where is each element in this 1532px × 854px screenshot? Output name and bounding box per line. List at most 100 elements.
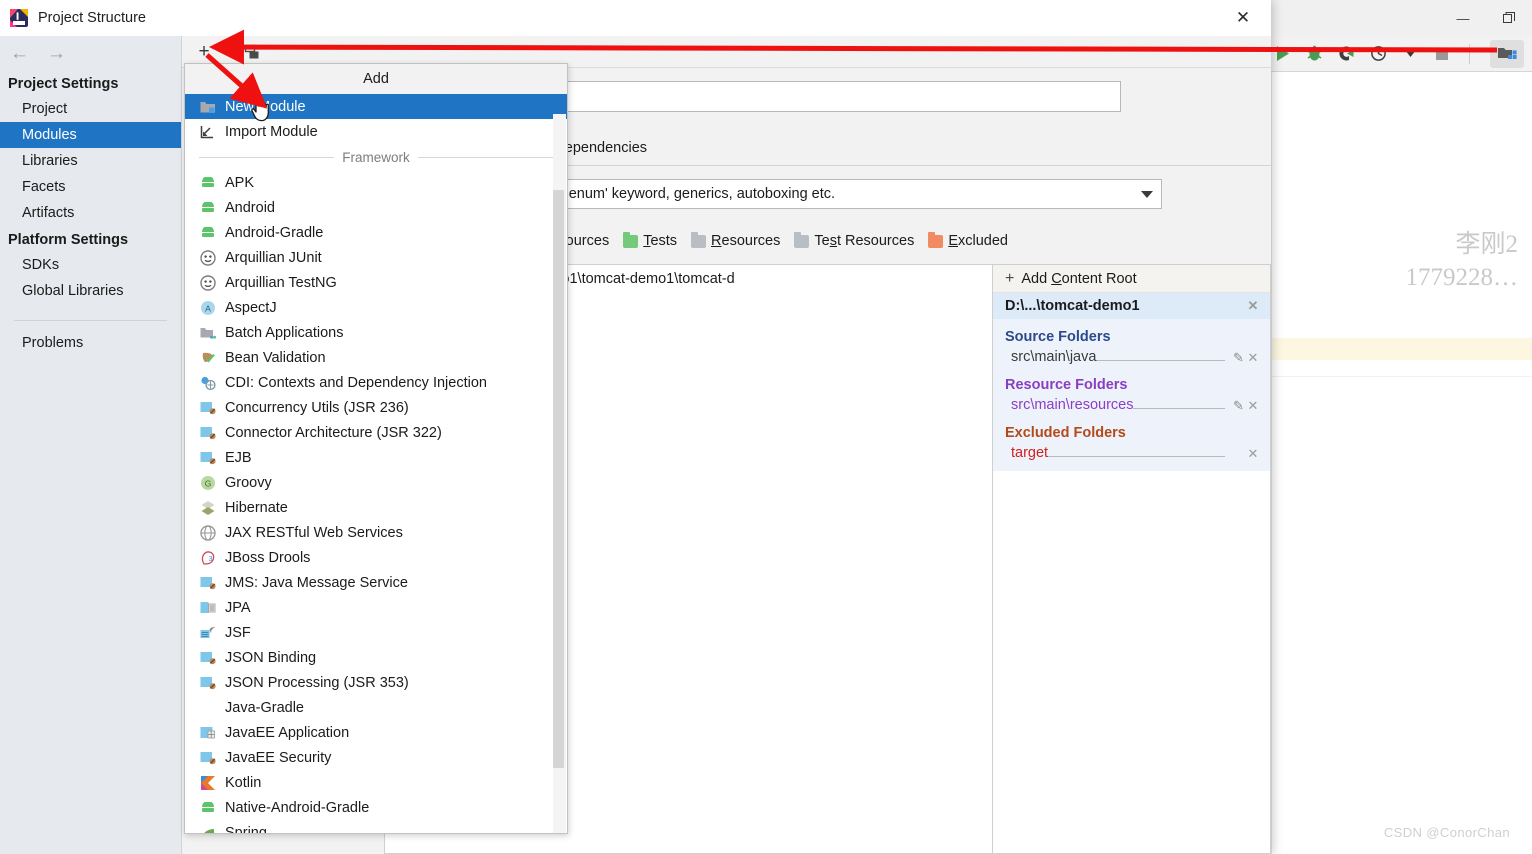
menu-scrollbar-thumb[interactable]: [553, 190, 564, 768]
menu-item-framework[interactable]: A AspectJ: [185, 295, 567, 320]
forward-icon[interactable]: →: [47, 44, 66, 63]
sidebar-item-facets[interactable]: Facets: [0, 174, 181, 200]
run-icon[interactable]: [1271, 43, 1293, 65]
minimize-icon[interactable]: —: [1440, 0, 1486, 36]
sidebar-item-artifacts[interactable]: Artifacts: [0, 200, 181, 226]
menu-item-framework[interactable]: G Groovy: [185, 470, 567, 495]
menu-item-framework[interactable]: JMS: Java Message Service: [185, 570, 567, 595]
android-icon: [199, 174, 216, 191]
excluded-folder-row[interactable]: target ✕: [993, 444, 1270, 463]
menu-item-label: Connector Architecture (JSR 322): [225, 424, 442, 441]
menu-item-framework[interactable]: JavaEE Security: [185, 745, 567, 770]
menu-item-framework[interactable]: Arquillian JUnit: [185, 245, 567, 270]
menu-item-framework[interactable]: JSON Binding: [185, 645, 567, 670]
sidebar-history-nav: ← →: [0, 36, 181, 70]
hibernate-icon: [199, 499, 216, 516]
resource-folder-row[interactable]: src\main\resources ✎ ✕: [993, 396, 1270, 415]
project-structure-icon[interactable]: [1490, 39, 1524, 68]
menu-item-label: CDI: Contexts and Dependency Injection: [225, 374, 487, 391]
row-underline: [1096, 351, 1225, 361]
excluded-folders-title: Excluded Folders: [1005, 425, 1126, 441]
mark-as-tests[interactable]: Tests: [623, 231, 677, 249]
close-icon[interactable]: ✕: [1215, 0, 1271, 36]
copy-icon[interactable]: [242, 42, 262, 62]
source-folder-row[interactable]: src\main\java ✎ ✕: [993, 348, 1270, 367]
sidebar-item-sdks[interactable]: SDKs: [0, 252, 181, 278]
mark-as-test-resources[interactable]: Test Resources: [794, 231, 914, 249]
menu-item-label: JAX RESTful Web Services: [225, 524, 403, 541]
menu-item-framework[interactable]: Concurrency Utils (JSR 236): [185, 395, 567, 420]
menu-scrollbar-track[interactable]: [553, 114, 566, 833]
content-root-header[interactable]: D:\...\tomcat-demo1 ✕: [993, 293, 1270, 319]
mark-as-excluded[interactable]: Excluded: [928, 231, 1008, 249]
menu-item-framework[interactable]: Connector Architecture (JSR 322): [185, 420, 567, 445]
sidebar-item-libraries[interactable]: Libraries: [0, 148, 181, 174]
resource-folder-path: src\main\resources: [1011, 397, 1134, 413]
mark-as-sources-label: ources: [565, 233, 610, 249]
editor-highlight-row: [1272, 338, 1532, 360]
remove-source-folder-icon[interactable]: ✕: [1246, 350, 1260, 366]
menu-item-framework[interactable]: Android: [185, 195, 567, 220]
menu-item-framework[interactable]: Spring: [185, 820, 567, 834]
menu-item-label: JSON Processing (JSR 353): [225, 674, 409, 691]
menu-item-framework[interactable]: JavaEE Application: [185, 720, 567, 745]
chevron-down-icon[interactable]: [1141, 186, 1153, 202]
edit-pencil-icon[interactable]: ✎: [1231, 398, 1246, 414]
restore-icon[interactable]: [1486, 0, 1532, 36]
toolbar-divider: [1469, 43, 1470, 64]
menu-item-framework[interactable]: 3 JBoss Drools: [185, 545, 567, 570]
language-level-select[interactable]: 5 - 'enum' keyword, generics, autoboxing…: [536, 179, 1162, 209]
menu-item-import-module[interactable]: Import Module: [185, 119, 567, 144]
remove-resource-folder-icon[interactable]: ✕: [1246, 398, 1260, 414]
stop-icon[interactable]: [1431, 43, 1453, 65]
none: [199, 699, 216, 716]
back-icon[interactable]: ←: [10, 44, 29, 63]
menu-item-framework[interactable]: JSF: [185, 620, 567, 645]
menu-item-framework[interactable]: Java-Gradle: [185, 695, 567, 720]
menu-item-framework[interactable]: Android-Gradle: [185, 220, 567, 245]
import-module-icon: [199, 123, 216, 140]
javaee-icon: [199, 449, 216, 466]
menu-item-framework[interactable]: APK: [185, 170, 567, 195]
ide-window-controls: —: [1382, 0, 1532, 36]
editor-watermark: 李刚2 1779228…: [1406, 228, 1519, 294]
language-level-value: 5 - 'enum' keyword, generics, autoboxing…: [545, 186, 836, 202]
menu-item-framework[interactable]: Batch Applications: [185, 320, 567, 345]
menu-item-framework[interactable]: JAX RESTful Web Services: [185, 520, 567, 545]
javaee-icon: [199, 749, 216, 766]
stop-dropdown-icon[interactable]: [1399, 43, 1421, 65]
menu-item-new-module[interactable]: New Module: [185, 94, 567, 119]
profiler-icon[interactable]: [1367, 43, 1389, 65]
add-content-root-button[interactable]: + Add Content Root: [993, 265, 1270, 293]
menu-item-framework[interactable]: CDI: Contexts and Dependency Injection: [185, 370, 567, 395]
mark-as-resources[interactable]: Resources: [691, 231, 780, 249]
run-coverage-icon[interactable]: [1335, 43, 1357, 65]
menu-item-label: Batch Applications: [225, 324, 344, 341]
remove-excluded-folder-icon[interactable]: ✕: [1246, 446, 1260, 462]
debug-icon[interactable]: [1303, 43, 1325, 65]
content-root-path: D:\...\tomcat-demo1: [1005, 298, 1140, 314]
remove-content-root-icon[interactable]: ✕: [1246, 298, 1260, 314]
add-module-button[interactable]: +: [194, 41, 214, 62]
menu-item-label: Concurrency Utils (JSR 236): [225, 399, 409, 416]
watermark-line-2: 1779228…: [1405, 264, 1519, 291]
menu-item-label: Bean Validation: [225, 349, 326, 366]
menu-item-framework[interactable]: Arquillian TestNG: [185, 270, 567, 295]
edit-pencil-icon[interactable]: ✎: [1231, 350, 1246, 366]
android-icon: [199, 224, 216, 241]
menu-item-framework[interactable]: JPA: [185, 595, 567, 620]
add-content-root-mnemonic: C: [1051, 270, 1062, 287]
menu-item-framework[interactable]: Kotlin: [185, 770, 567, 795]
menu-item-framework[interactable]: Hibernate: [185, 495, 567, 520]
sidebar-item-global-libraries[interactable]: Global Libraries: [0, 278, 181, 304]
menu-item-label: Spring: [225, 824, 267, 834]
menu-item-framework[interactable]: Bean Validation: [185, 345, 567, 370]
sidebar-item-project[interactable]: Project: [0, 96, 181, 122]
sidebar-item-problems[interactable]: Problems: [0, 321, 181, 356]
svg-text:A: A: [205, 303, 211, 313]
menu-item-framework[interactable]: EJB: [185, 445, 567, 470]
menu-item-framework[interactable]: Native-Android-Gradle: [185, 795, 567, 820]
menu-item-framework[interactable]: JSON Processing (JSR 353): [185, 670, 567, 695]
sidebar-item-modules[interactable]: Modules: [0, 122, 181, 148]
menu-item-label: JavaEE Security: [225, 749, 332, 766]
